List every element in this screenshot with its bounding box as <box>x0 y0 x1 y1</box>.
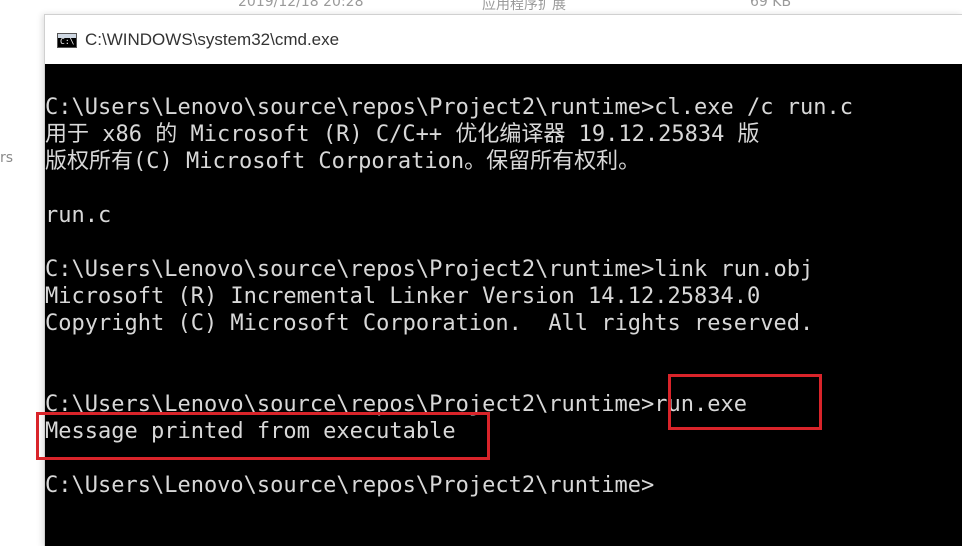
console-line: C:\Users\Lenovo\source\repos\Project2\ru… <box>45 473 655 498</box>
background-type-text: 应用程序扩展 <box>482 0 566 13</box>
console-line: 版权所有(C) Microsoft Corporation。保留所有权利。 <box>45 149 641 174</box>
title-bar[interactable]: C:\ C:\WINDOWS\system32\cmd.exe <box>45 15 962 64</box>
console-line: C:\Users\Lenovo\source\repos\Project2\ru… <box>45 95 853 120</box>
background-date-text: 2019/12/18 20:28 <box>238 0 364 10</box>
console-line: Copyright (C) Microsoft Corporation. All… <box>45 311 814 336</box>
console-line: C:\Users\Lenovo\source\repos\Project2\ru… <box>45 257 814 282</box>
run-exe-highlight-box <box>668 374 822 430</box>
cmd-window[interactable]: C:\ C:\WINDOWS\system32\cmd.exe C:\Users… <box>44 14 962 546</box>
window-title: C:\WINDOWS\system32\cmd.exe <box>85 30 340 49</box>
console-output-area[interactable]: C:\Users\Lenovo\source\repos\Project2\ru… <box>45 64 962 546</box>
output-message-highlight-box <box>36 412 490 460</box>
console-line: 用于 x86 的 Microsoft (R) C/C++ 优化编译器 19.12… <box>45 122 760 147</box>
console-line: run.c <box>45 203 112 228</box>
background-left-fragment: rs <box>0 150 14 166</box>
background-size-text: 69 KB <box>750 0 792 10</box>
cmd-console-icon: C:\ <box>57 33 77 48</box>
cmd-icon-prompt: C:\ <box>60 37 75 46</box>
console-line: Microsoft (R) Incremental Linker Version… <box>45 284 761 309</box>
